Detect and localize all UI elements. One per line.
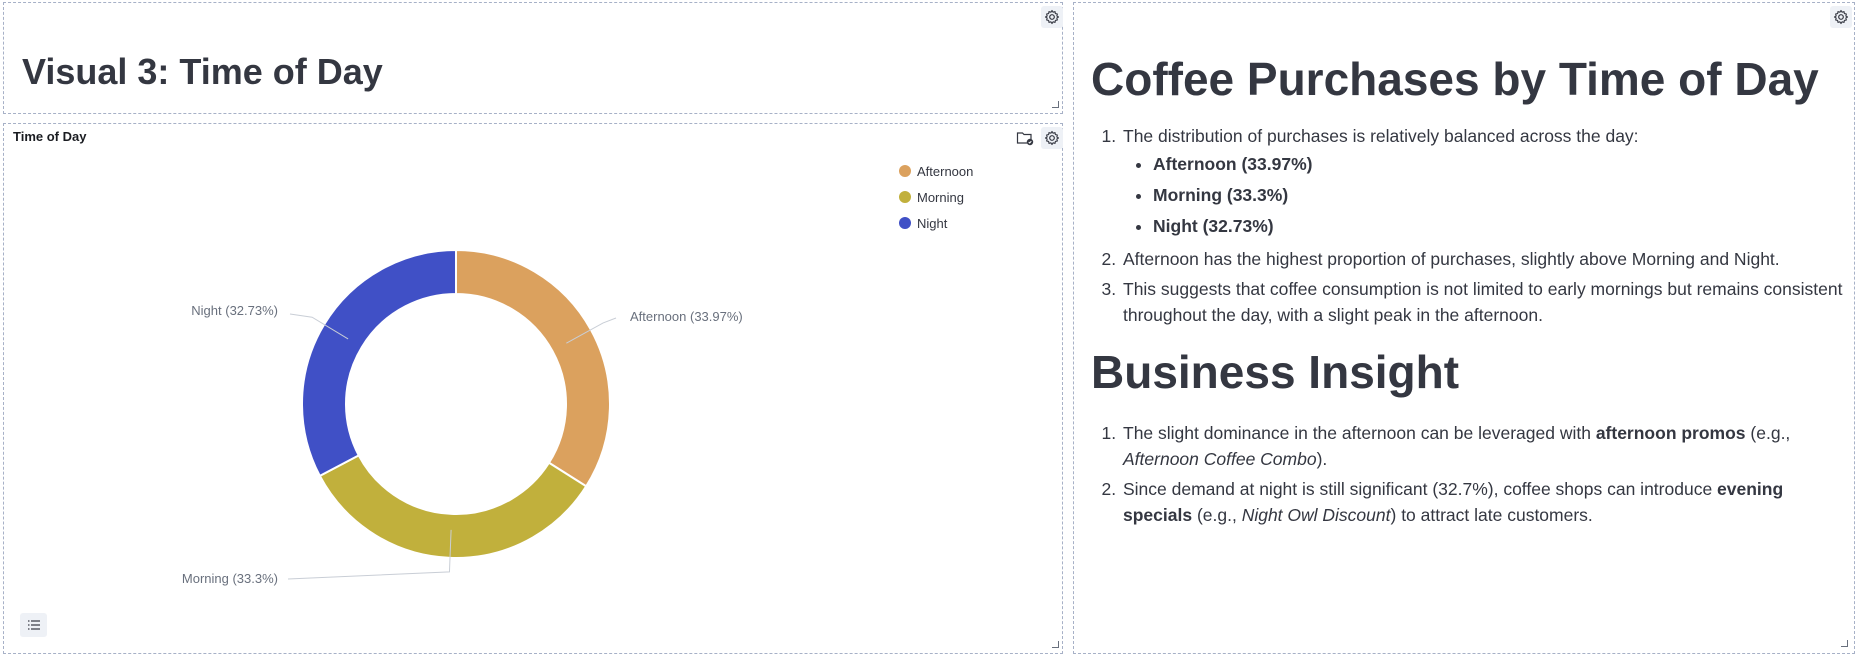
legend-swatch bbox=[899, 217, 911, 229]
legend-item-night[interactable]: Night bbox=[899, 210, 973, 236]
legend-label: Night bbox=[917, 215, 948, 231]
chart-panel: Time of Day Afternoon (33.97%) Morning (3… bbox=[3, 123, 1063, 654]
panel-heading: Visual 3: Time of Day bbox=[22, 51, 383, 92]
bold-text: afternoon promos bbox=[1595, 423, 1746, 443]
list-icon[interactable] bbox=[20, 613, 47, 637]
bullet-item: Night (32.73%) bbox=[1153, 211, 1843, 242]
text-run: (e.g., bbox=[1745, 423, 1791, 443]
markdown-panel: Coffee Purchases by Time of Day The dist… bbox=[1073, 2, 1855, 654]
legend-label: Afternoon bbox=[917, 163, 974, 179]
resize-handle[interactable] bbox=[1841, 640, 1848, 647]
list-item-text: The distribution of purchases is relativ… bbox=[1123, 126, 1639, 146]
legend-item-afternoon[interactable]: Afternoon bbox=[899, 158, 973, 184]
text-run: The slight dominance in the afternoon ca… bbox=[1123, 423, 1596, 443]
insights-list: The slight dominance in the afternoon ca… bbox=[1121, 420, 1843, 528]
markdown-heading: Business Insight bbox=[1091, 346, 1460, 398]
donut-slice-morning[interactable] bbox=[318, 453, 588, 559]
list-item: This suggests that coffee consumption is… bbox=[1121, 276, 1843, 328]
list-item: The slight dominance in the afternoon ca… bbox=[1121, 420, 1843, 472]
gear-icon[interactable] bbox=[1041, 6, 1063, 28]
resize-handle[interactable] bbox=[1052, 101, 1059, 108]
bullet-item: Morning (33.3%) bbox=[1153, 180, 1843, 211]
chart-legend: Afternoon Morning Night bbox=[899, 158, 973, 236]
bullet-list: Afternoon (33.97%) Morning (33.3%) Night… bbox=[1153, 149, 1843, 242]
gear-icon[interactable] bbox=[1830, 6, 1852, 28]
legend-item-morning[interactable]: Morning bbox=[899, 184, 973, 210]
list-item: The distribution of purchases is relativ… bbox=[1121, 123, 1843, 242]
title-panel: Visual 3: Time of Day bbox=[3, 2, 1063, 114]
text-run: Since demand at night is still significa… bbox=[1123, 479, 1718, 499]
resize-handle[interactable] bbox=[1052, 641, 1059, 648]
slice-data-label: Morning (33.3%) bbox=[182, 571, 278, 586]
text-run: (e.g., bbox=[1192, 505, 1242, 525]
markdown-heading: Coffee Purchases by Time of Day bbox=[1091, 53, 1819, 105]
italic-text: Afternoon Coffee Combo bbox=[1123, 449, 1317, 469]
text-run: ) to attract late customers. bbox=[1390, 505, 1593, 525]
slice-data-label: Night (32.73%) bbox=[191, 303, 278, 318]
findings-list: The distribution of purchases is relativ… bbox=[1121, 123, 1843, 328]
legend-label: Morning bbox=[917, 189, 964, 205]
italic-text: Night Owl Discount bbox=[1241, 505, 1391, 525]
donut-slice-afternoon[interactable] bbox=[455, 248, 611, 488]
bullet-item: Afternoon (33.97%) bbox=[1153, 149, 1843, 180]
text-run: ). bbox=[1316, 449, 1328, 469]
legend-swatch bbox=[899, 191, 911, 203]
slice-data-label: Afternoon (33.97%) bbox=[630, 309, 743, 324]
list-item: Afternoon has the highest proportion of … bbox=[1121, 246, 1843, 272]
legend-swatch bbox=[899, 165, 911, 177]
markdown-content: Coffee Purchases by Time of Day The dist… bbox=[1091, 49, 1843, 532]
list-item: Since demand at night is still significa… bbox=[1121, 476, 1843, 528]
donut-slice-night[interactable] bbox=[301, 248, 457, 478]
